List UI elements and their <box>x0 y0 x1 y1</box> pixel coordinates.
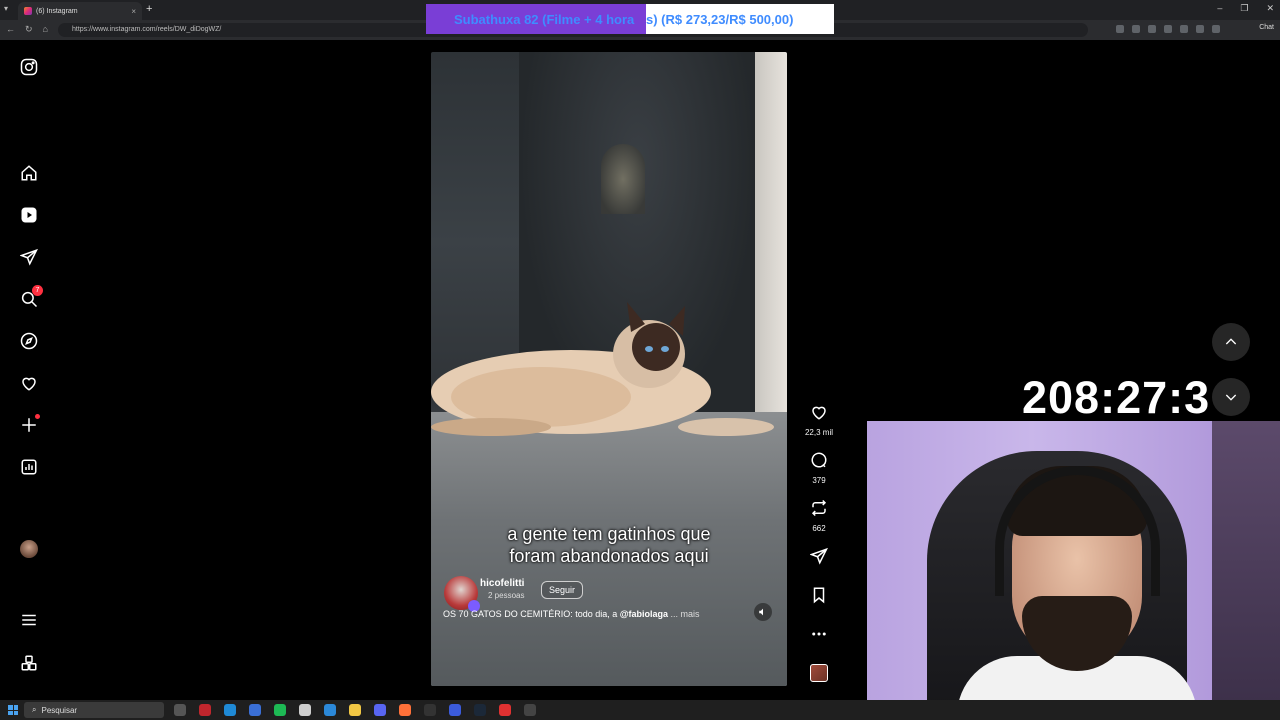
browser-tab-instagram[interactable]: (6) Instagram × <box>18 2 142 20</box>
repost-action[interactable]: 662 <box>804 499 834 533</box>
taskbar-search-placeholder: Pesquisar <box>41 705 78 715</box>
like-count: 22,3 mil <box>804 428 833 437</box>
tab-close-icon[interactable]: × <box>131 7 136 16</box>
taskbar-search[interactable]: ⌕ Pesquisar <box>24 702 164 718</box>
dashboard-icon[interactable] <box>20 458 38 476</box>
reel-video[interactable]: a gente tem gatinhos que foram abandonad… <box>431 52 787 686</box>
comment-count: 379 <box>812 476 826 485</box>
author-avatar[interactable] <box>444 576 480 612</box>
app-icon[interactable] <box>324 704 336 716</box>
reload-icon[interactable]: ↻ <box>25 24 33 35</box>
file-explorer-icon[interactable] <box>349 704 361 716</box>
comment-action[interactable]: 379 <box>804 451 834 485</box>
mute-toggle[interactable] <box>754 603 772 621</box>
search-icon: ⌕ <box>32 705 37 714</box>
chevron-up-icon <box>1225 338 1237 345</box>
nav-buttons: ← ↻ ⌂ <box>6 24 48 35</box>
app-icon[interactable] <box>249 704 261 716</box>
extension-icons <box>1116 25 1220 33</box>
subathon-banner: Subathuxa 82 (Filme + 4 hora s) (R$ 273,… <box>426 4 834 34</box>
search-icon[interactable] <box>20 290 38 308</box>
next-reel-button[interactable] <box>1212 378 1250 416</box>
tab-title: (6) Instagram <box>36 7 78 15</box>
messages-icon[interactable] <box>20 248 38 266</box>
instagram-favicon-icon <box>24 7 32 15</box>
previous-reel-button[interactable] <box>1212 323 1250 361</box>
share-icon <box>809 547 828 565</box>
webcam-feed <box>867 421 1280 720</box>
chevron-down-icon <box>1225 394 1237 401</box>
explore-icon[interactable] <box>20 332 38 350</box>
extension-icon[interactable] <box>1164 25 1172 33</box>
restore-icon[interactable]: ❐ <box>1240 3 1248 14</box>
extension-icon[interactable] <box>1212 25 1220 33</box>
repost-icon <box>811 499 827 517</box>
home-icon[interactable]: ⌂ <box>43 24 48 35</box>
instagram-sidebar: 7 <box>0 40 58 696</box>
back-icon[interactable]: ← <box>6 24 15 35</box>
speaker-icon <box>759 608 763 616</box>
terminal-icon[interactable] <box>424 704 436 716</box>
caption-text: OS 70 GATOS DO CEMITÉRIO: todo dia, a <box>443 609 620 619</box>
bookmark-icon <box>813 587 825 604</box>
more-dots-icon <box>812 632 826 636</box>
video-subtitle-line1: a gente tem gatinhos que <box>507 524 711 544</box>
tab-list-icon[interactable]: ▾ <box>4 4 8 13</box>
app-icon[interactable] <box>499 704 511 716</box>
app-icon[interactable] <box>524 704 536 716</box>
instagram-logo-icon[interactable] <box>20 58 38 76</box>
webcam-scene-shelf <box>1212 421 1280 720</box>
opera-icon[interactable] <box>199 704 211 716</box>
discord-icon[interactable] <box>374 704 386 716</box>
window-controls: – ❐ ✕ <box>1217 3 1274 14</box>
caption-mention[interactable]: @fabiolaga <box>620 609 668 619</box>
reels-icon[interactable] <box>20 206 38 224</box>
extension-icon[interactable] <box>1116 25 1124 33</box>
activity-heart-icon[interactable] <box>20 374 38 392</box>
video-subtitle-line2: foram abandonados aqui <box>509 546 709 566</box>
profile-avatar[interactable] <box>20 540 38 558</box>
copilot-chat-button[interactable]: Chat <box>1259 24 1274 31</box>
menu-icon[interactable] <box>20 611 38 629</box>
new-tab-button[interactable]: + <box>146 3 152 15</box>
steam-icon[interactable] <box>474 704 486 716</box>
followers-hint: 2 pessoas <box>488 591 525 600</box>
caption-more-link[interactable]: ... mais <box>668 609 700 619</box>
more-options-action[interactable] <box>804 625 834 648</box>
home-icon[interactable] <box>20 164 38 182</box>
like-action[interactable]: 22,3 mil <box>804 403 834 437</box>
cat-image <box>431 302 774 436</box>
reel-caption[interactable]: OS 70 GATOS DO CEMITÉRIO: todo dia, a @f… <box>443 609 700 619</box>
extension-icon[interactable] <box>1148 25 1156 33</box>
task-view-icon[interactable] <box>174 704 186 716</box>
taskbar-apps <box>174 704 536 716</box>
extension-icon[interactable] <box>1180 25 1188 33</box>
edge-icon[interactable] <box>224 704 236 716</box>
windows-taskbar: ⌕ Pesquisar <box>0 700 1280 720</box>
author-username[interactable]: hicofelitti <box>480 578 524 589</box>
subathon-banner-left: Subathuxa 82 (Filme + 4 hora <box>426 4 646 34</box>
more-apps-icon[interactable] <box>20 654 38 672</box>
close-window-icon[interactable]: ✕ <box>1266 3 1274 14</box>
share-action[interactable] <box>804 547 834 570</box>
comment-icon <box>811 452 827 468</box>
repost-count: 662 <box>812 524 826 533</box>
subathon-banner-right: s) (R$ 273,23/R$ 500,00) <box>646 4 834 34</box>
heart-icon <box>812 406 826 420</box>
app-icon[interactable] <box>449 704 461 716</box>
minimize-icon[interactable]: – <box>1217 3 1222 14</box>
video-scene-reflection <box>601 144 645 214</box>
extension-icon[interactable] <box>1196 25 1204 33</box>
spotify-icon[interactable] <box>274 704 286 716</box>
save-action[interactable] <box>804 586 834 609</box>
create-plus-icon[interactable] <box>20 416 38 434</box>
screen: ▾ (6) Instagram × + – ❐ ✕ ← ↻ ⌂ https://… <box>0 0 1280 720</box>
windows-start-icon[interactable] <box>8 705 18 715</box>
original-audio-thumbnail[interactable] <box>810 664 828 682</box>
extension-icon[interactable] <box>1132 25 1140 33</box>
follow-button[interactable]: Seguir <box>541 581 584 599</box>
firefox-icon[interactable] <box>399 704 411 716</box>
notepad-icon[interactable] <box>299 704 311 716</box>
